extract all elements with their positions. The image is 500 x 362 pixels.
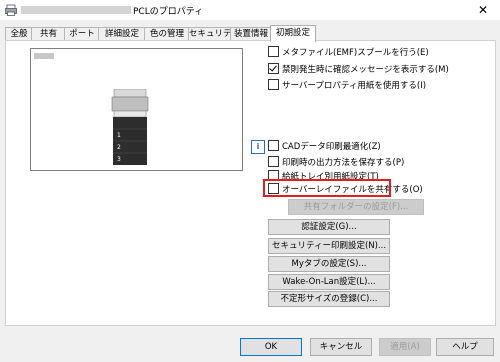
cad-optimize-checkbox[interactable] — [268, 140, 279, 151]
help-button[interactable]: ヘルプ — [436, 338, 494, 356]
wake-on-lan-settings-button[interactable]: Wake-On-Lan設定(L)... — [268, 274, 390, 290]
cad-optimize-option[interactable]: CADデータ印刷最適化(Z) — [268, 139, 381, 152]
security-print-settings-button[interactable]: セキュリティー印刷設定(N)... — [268, 238, 390, 254]
title-redacted — [21, 6, 131, 14]
confirm-prohibit-label: 禁則発生時に確認メッセージを表示する(M) — [282, 64, 449, 75]
tab-advanced[interactable]: 詳細設定 — [98, 27, 146, 41]
ok-button[interactable]: OK — [240, 338, 302, 356]
svg-text:2: 2 — [117, 144, 121, 151]
cad-optimize-label: CADデータ印刷最適化(Z) — [282, 141, 381, 152]
save-output-method-label: 印刷時の出力方法を保存する(P) — [282, 157, 405, 168]
confirm-prohibit-checkbox[interactable] — [268, 63, 279, 74]
printer-icon — [5, 4, 17, 16]
tab-security[interactable]: セキュリティ — [188, 27, 240, 41]
server-property-checkbox[interactable] — [268, 79, 279, 90]
emf-spool-option[interactable]: メタファイル(EMF)スプールを行う(E) — [268, 45, 429, 58]
tab-device-info[interactable]: 装置情報 — [230, 27, 272, 41]
save-output-method-option[interactable]: 印刷時の出力方法を保存する(P) — [268, 155, 404, 168]
save-output-method-checkbox[interactable] — [268, 156, 279, 167]
shared-folder-settings-button[interactable]: 共有フォルダーの設定(F)... — [288, 199, 424, 215]
auth-settings-button[interactable]: 認証設定(G)... — [268, 219, 390, 235]
title-bar: PCLのプロパティ ✕ — [0, 0, 500, 20]
tab-port[interactable]: ポート — [64, 27, 100, 41]
printer-image: 1 2 3 — [111, 89, 149, 165]
emf-spool-label: メタファイル(EMF)スプールを行う(E) — [282, 47, 429, 58]
mytab-settings-button[interactable]: Myタブの設定(S)... — [268, 256, 390, 272]
highlight-box — [263, 179, 391, 197]
svg-text:3: 3 — [117, 156, 121, 163]
server-property-option[interactable]: サーバープロパティ用紙を使用する(I) — [268, 78, 426, 91]
custom-size-register-button[interactable]: 不定形サイズの登録(C)... — [268, 291, 390, 307]
svg-text:1: 1 — [117, 132, 121, 139]
cancel-button[interactable]: キャンセル — [310, 338, 372, 356]
tab-color-management[interactable]: 色の管理 — [144, 27, 190, 41]
server-property-label: サーバープロパティ用紙を使用する(I) — [282, 80, 427, 91]
preview-label-redacted — [34, 53, 54, 59]
info-icon[interactable]: i — [251, 140, 265, 154]
apply-button[interactable]: 適用(A) — [379, 338, 431, 356]
window-title: PCLのプロパティ — [133, 7, 204, 17]
confirm-prohibit-option[interactable]: 禁則発生時に確認メッセージを表示する(M) — [268, 62, 449, 75]
tab-initial-settings[interactable]: 初期設定 — [270, 25, 316, 42]
tab-sharing[interactable]: 共有 — [31, 27, 66, 41]
emf-spool-checkbox[interactable] — [268, 46, 279, 57]
close-icon[interactable]: ✕ — [466, 0, 500, 20]
device-preview: 1 2 3 — [30, 48, 243, 171]
tab-general[interactable]: 全般 — [5, 27, 33, 41]
